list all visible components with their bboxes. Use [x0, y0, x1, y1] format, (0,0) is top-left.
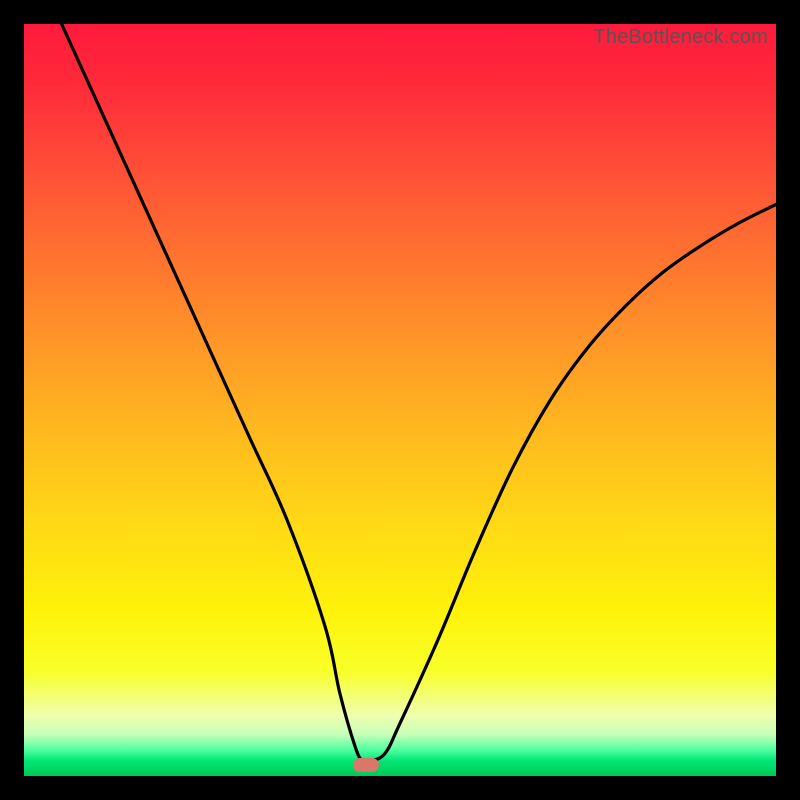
plot-area: TheBottleneck.com [24, 24, 776, 776]
balance-marker [353, 758, 379, 772]
curve-path [62, 24, 776, 763]
chart-frame: TheBottleneck.com [0, 0, 800, 800]
bottleneck-curve [24, 24, 776, 776]
